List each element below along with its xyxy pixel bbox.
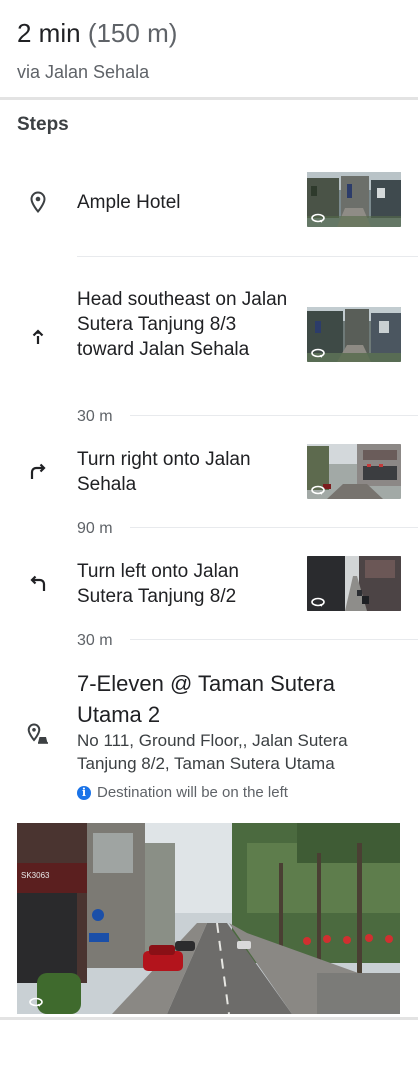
divider (0, 1017, 418, 1020)
destination-pin-icon (26, 722, 50, 746)
divider (130, 639, 418, 640)
info-icon: i (77, 785, 91, 800)
divider (130, 415, 418, 416)
street-view-thumbnail[interactable] (307, 307, 401, 362)
street-view-icon (311, 485, 325, 495)
street-view-thumbnail[interactable] (307, 556, 401, 611)
step-turn-left[interactable]: Turn left onto Jalan Sutera Tanjung 8/2 (0, 556, 418, 619)
step-text: Ample Hotel (77, 192, 181, 213)
location-pin-icon (26, 190, 50, 214)
shop-sign-text: SK3063 (21, 871, 50, 880)
destination-note-text: Destination will be on the left (97, 784, 288, 801)
destination-street-view[interactable]: SK3063 (17, 823, 400, 1014)
step-distance: 30 m (77, 408, 113, 425)
step-distance: 90 m (77, 520, 113, 537)
street-view-icon (311, 348, 325, 358)
step-text: Turn left onto Jalan Sutera Tanjung 8/2 (77, 561, 239, 607)
street-view-thumbnail[interactable] (307, 172, 401, 227)
route-time: 2 min (150 m) (17, 18, 177, 49)
street-view-icon (311, 213, 325, 223)
route-summary: 2 min (150 m) via Jalan Sehala (0, 0, 418, 100)
destination-address: No 111, Ground Floor,, Jalan Sutera Tanj… (77, 731, 348, 773)
destination-name: 7-Eleven @ Taman Sutera Utama 2 (77, 671, 335, 727)
step-turn-right[interactable]: Turn right onto Jalan Sehala (0, 444, 418, 507)
street-view-icon (311, 597, 325, 607)
turn-right-icon (26, 459, 50, 483)
steps-heading: Steps (17, 114, 69, 135)
arrow-up-icon (26, 325, 50, 349)
divider (77, 256, 418, 257)
distance-text: (150 m) (87, 18, 178, 48)
step-distance: 30 m (77, 632, 113, 649)
destination-side-note: i Destination will be on the left (77, 784, 288, 801)
street-view-thumbnail[interactable] (307, 444, 401, 499)
turn-left-icon (26, 571, 50, 595)
divider (130, 527, 418, 528)
route-via: via Jalan Sehala (17, 62, 150, 82)
street-view-icon (29, 994, 43, 1007)
step-head-southeast[interactable]: Head southeast on Jalan Sutera Tanjung 8… (0, 287, 418, 397)
step-text: Turn right onto Jalan Sehala (77, 449, 251, 495)
step-start[interactable]: Ample Hotel (0, 168, 418, 238)
step-text: Head southeast on Jalan Sutera Tanjung 8… (77, 289, 288, 360)
duration-text: 2 min (17, 18, 81, 48)
